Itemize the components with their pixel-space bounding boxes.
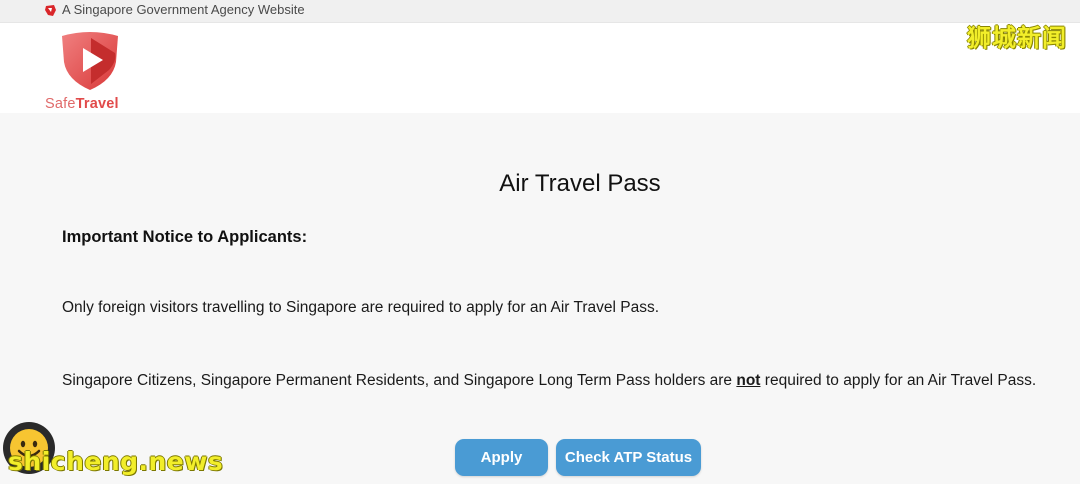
logo-word-safe: Safe — [45, 96, 76, 112]
government-banner: A Singapore Government Agency Website — [0, 0, 1080, 23]
notice-text-part: Singapore Citizens, Singapore Permanent … — [62, 372, 737, 389]
site-header: SafeTravel — [0, 23, 1080, 113]
logo-wordmark: SafeTravel — [45, 96, 119, 112]
watermark-bottom-left: shicheng.news — [8, 447, 224, 476]
government-banner-text: A Singapore Government Agency Website — [62, 2, 305, 17]
notice-emphasis-not: not — [736, 372, 761, 389]
notice-heading: Important Notice to Applicants: — [62, 228, 308, 246]
watermark-top-right: 狮城新闻 — [967, 24, 1067, 52]
lion-head-icon — [45, 5, 56, 16]
page-title: Air Travel Pass — [499, 170, 661, 197]
notice-paragraph-foreign-visitors: Only foreign visitors travelling to Sing… — [62, 299, 660, 316]
notice-paragraph-exemptions: Singapore Citizens, Singapore Permanent … — [62, 372, 1036, 390]
safetravel-logo[interactable]: SafeTravel — [44, 26, 134, 114]
check-atp-status-button[interactable]: Check ATP Status — [556, 439, 701, 476]
apply-button[interactable]: Apply — [455, 439, 548, 476]
notice-text-part: required to apply for an Air Travel Pass… — [760, 372, 1037, 389]
logo-word-travel: Travel — [75, 96, 119, 112]
play-shield-icon — [62, 32, 118, 90]
